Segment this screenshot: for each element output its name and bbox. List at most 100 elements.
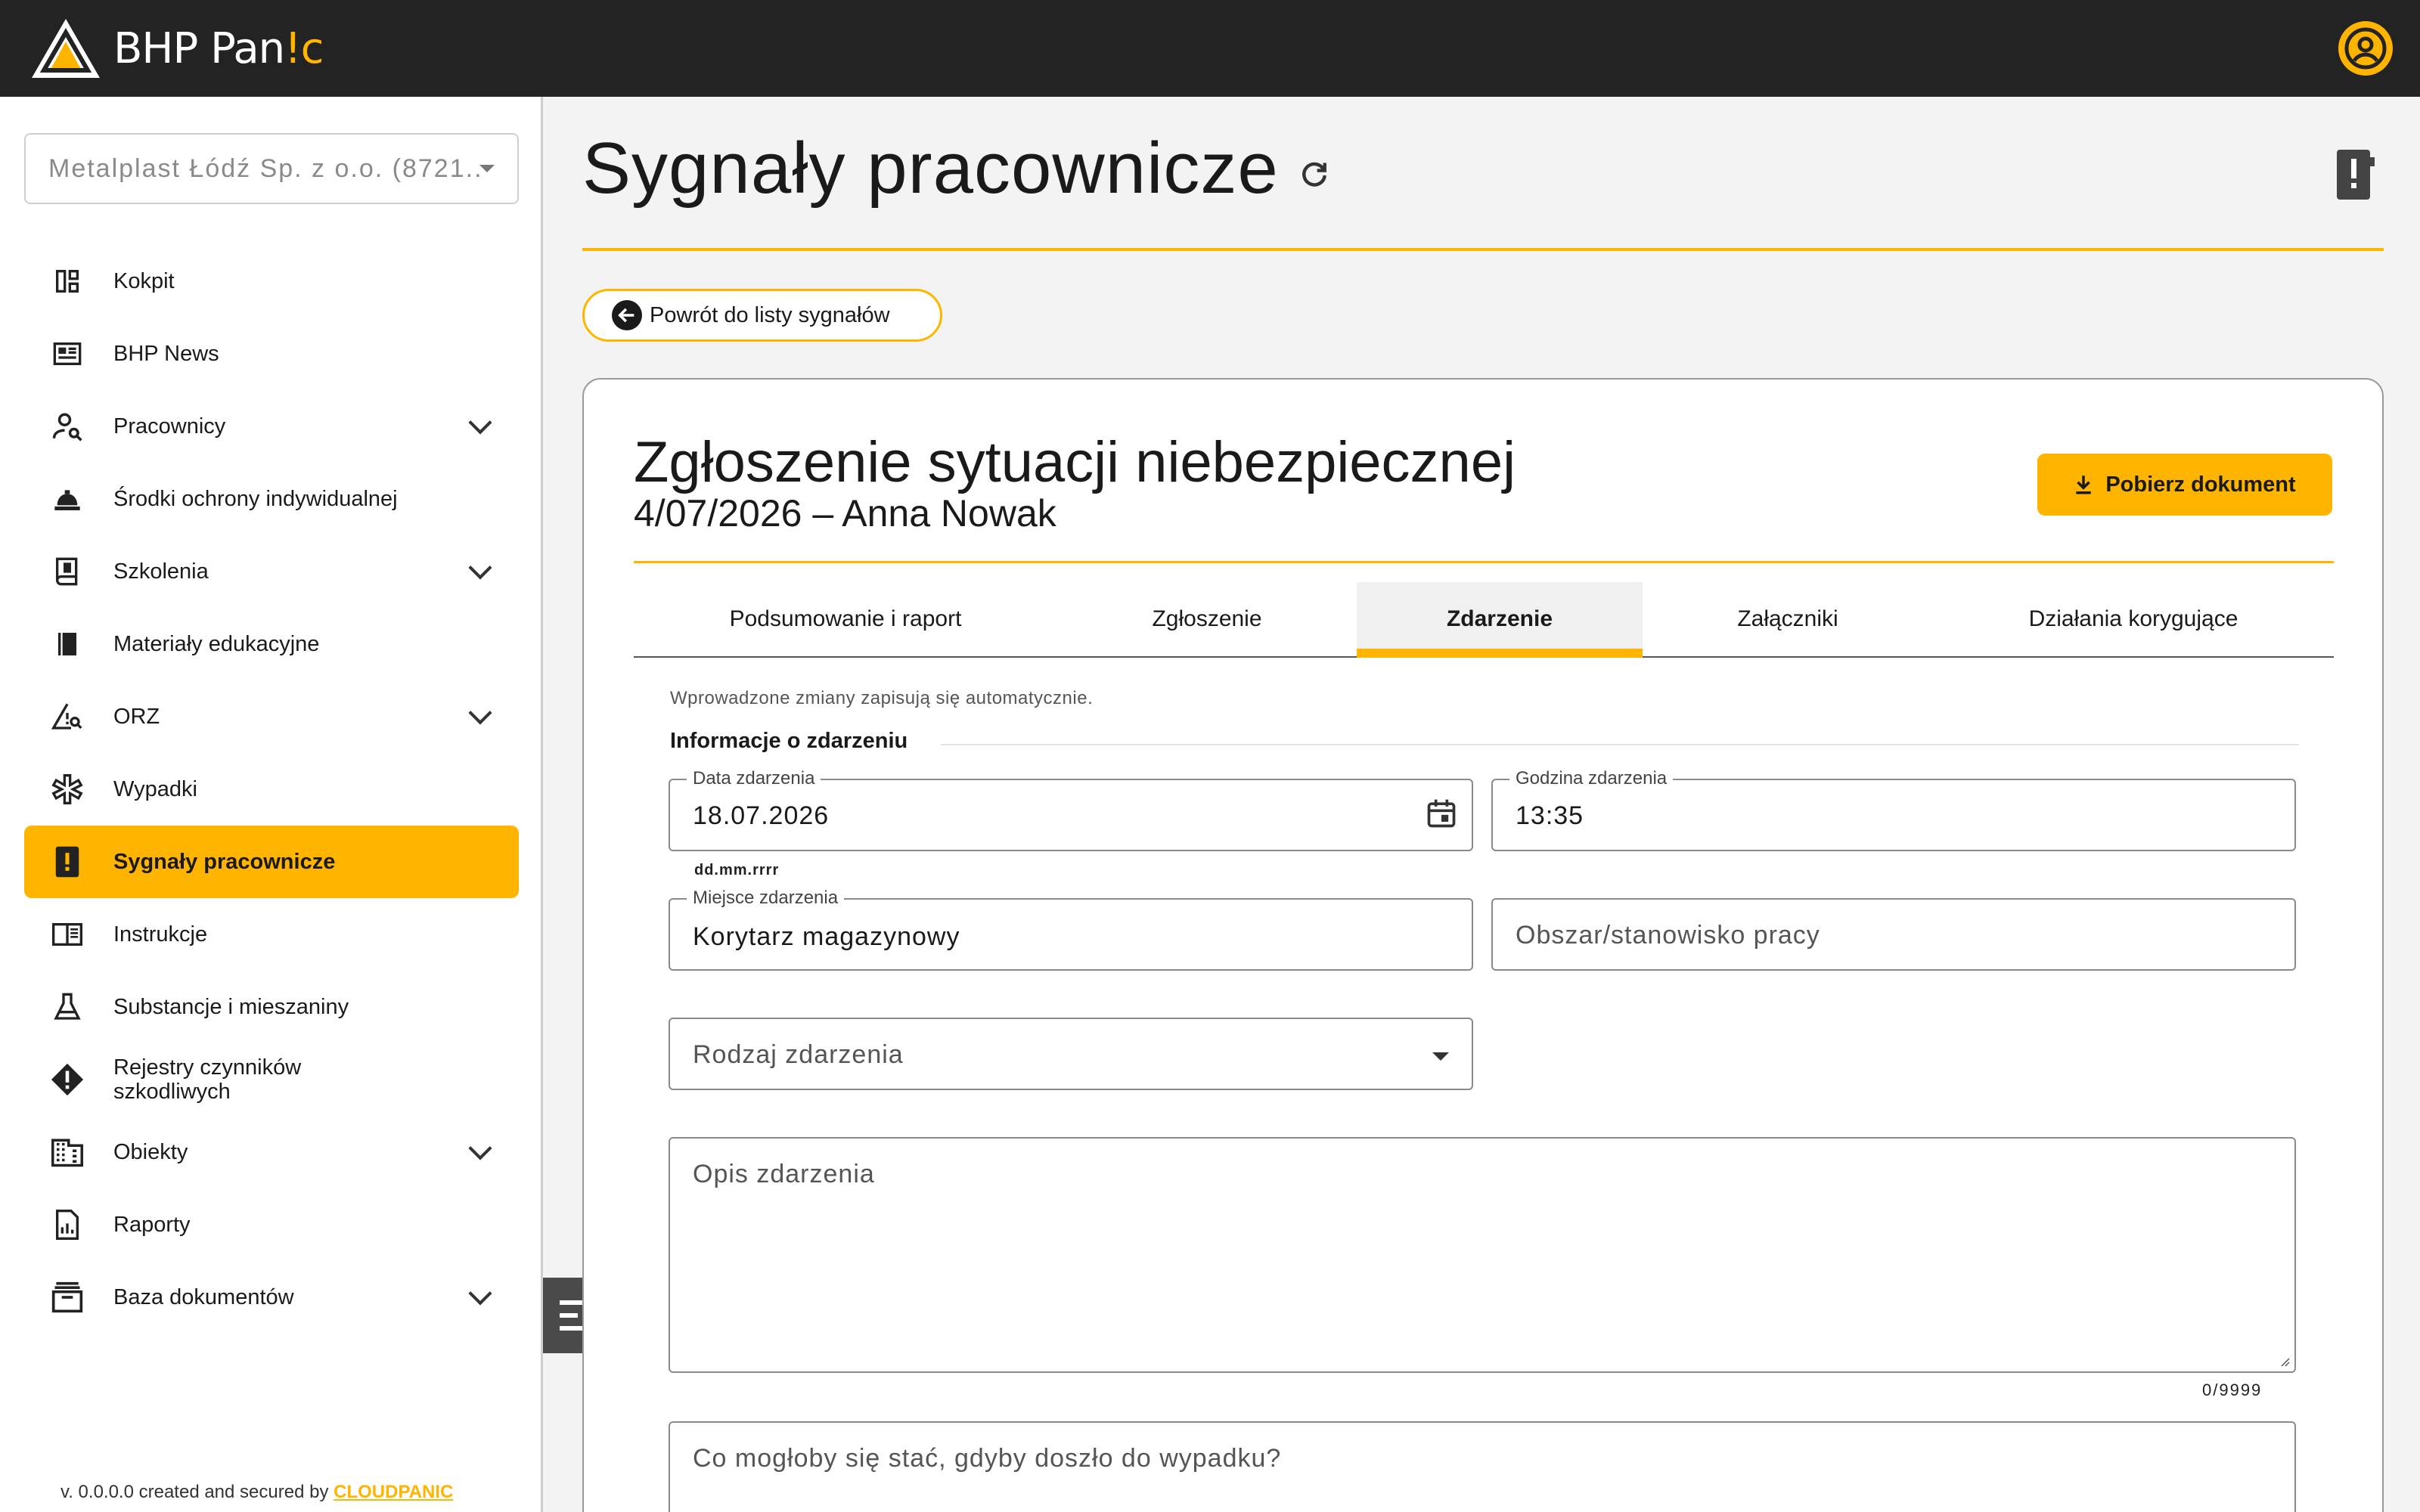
book-icon <box>48 625 86 663</box>
event-place-label: Miejsce zdarzenia <box>687 888 845 909</box>
title-divider <box>582 248 2384 251</box>
event-time-label: Godzina zdarzenia <box>1509 768 1674 789</box>
possible-consequence-textarea[interactable]: Co mogłoby się stać, gdyby doszło do wyp… <box>669 1421 2296 1512</box>
chevron-down-icon[interactable] <box>468 556 492 580</box>
sidebar-item-label: BHP News <box>113 342 219 366</box>
report-title: Zgłoszenie sytuacji niebezpiecznej <box>634 430 1516 494</box>
sidebar-item-label: Substancje i mieszaniny <box>113 995 349 1019</box>
sidebar-item-label: Pracownicy <box>113 414 226 438</box>
sidebar-item-sygnaly[interactable]: Sygnały pracownicze <box>24 826 519 898</box>
sidebar-item-label: Baza dokumentów <box>113 1285 294 1309</box>
possible-consequence-placeholder: Co mogłoby się stać, gdyby doszło do wyp… <box>693 1444 1282 1473</box>
sidebar-item-label: Środki ochrony indywidualnej <box>113 487 398 511</box>
section-divider <box>941 744 2299 745</box>
sidebar-item-label: ORZ <box>113 705 160 729</box>
event-place-field[interactable]: Miejsce zdarzenia Korytarz magazynowy <box>669 888 1473 971</box>
sidebar-item-obiekty[interactable]: Obiekty <box>24 1116 519 1188</box>
tab-podsumowanie[interactable]: Podsumowanie i raport <box>634 582 1057 656</box>
work-area-field[interactable]: Obszar/stanowisko pracy <box>1491 898 2296 971</box>
newspaper-icon <box>48 335 86 373</box>
version-footer: v. 0.0.0.0 created and secured by CLOUDP… <box>60 1482 453 1503</box>
sidebar: Metalplast Łódź Sp. z o.o. (8721... Kokp… <box>0 97 543 1512</box>
sidebar-item-label: Wypadki <box>113 777 197 801</box>
sidebar-item-materialy[interactable]: Materiały edukacyjne <box>24 608 519 680</box>
chevron-down-icon[interactable] <box>468 1281 492 1306</box>
sidebar-item-label: Instrukcje <box>113 922 208 947</box>
event-time-field[interactable]: Godzina zdarzenia 13:35 <box>1491 768 2296 851</box>
chevron-down-icon <box>1432 1052 1449 1061</box>
sidebar-item-label: Kokpit <box>113 269 175 293</box>
download-document-button[interactable]: Pobierz dokument <box>2037 454 2332 516</box>
warning-diamond-icon <box>48 1061 86 1098</box>
sidebar-item-bhp-news[interactable]: BHP News <box>24 318 519 390</box>
sidebar-item-raporty[interactable]: Raporty <box>24 1188 519 1261</box>
sidebar-item-orz[interactable]: ORZ <box>24 680 519 753</box>
medical-star-icon <box>48 770 86 808</box>
sidebar-item-pracownicy[interactable]: Pracownicy <box>24 390 519 463</box>
report-card: Zgłoszenie sytuacji niebezpiecznej 4/07/… <box>582 378 2384 1512</box>
tab-zdarzenie[interactable]: Zdarzenie <box>1357 582 1643 658</box>
event-date-label: Data zdarzenia <box>687 768 821 789</box>
event-description-placeholder: Opis zdarzenia <box>693 1160 875 1188</box>
logo-triangle-icon <box>32 19 100 78</box>
sidebar-item-baza-dokumentow[interactable]: Baza dokumentów <box>24 1261 519 1334</box>
company-select[interactable]: Metalplast Łódź Sp. z o.o. (8721... <box>24 133 519 204</box>
work-area-placeholder: Obszar/stanowisko pracy <box>1516 921 1820 950</box>
download-icon <box>2076 476 2092 494</box>
refresh-icon[interactable] <box>1298 159 1331 192</box>
tab-zgloszenie[interactable]: Zgłoszenie <box>1057 582 1357 656</box>
logo-text: BHP Pan!c <box>113 23 324 73</box>
training-book-icon <box>48 553 86 590</box>
person-search-icon <box>48 407 86 445</box>
flask-icon <box>48 988 86 1026</box>
version-text: v. 0.0.0.0 created and secured by <box>60 1482 329 1502</box>
building-icon <box>48 1133 86 1171</box>
cloudpanic-link[interactable]: CLOUDPANIC <box>334 1482 453 1502</box>
logo-accent: !c <box>284 23 324 73</box>
report-chart-icon <box>48 1206 86 1244</box>
report-subtitle: 4/07/2026 – Anna Nowak <box>634 492 1056 534</box>
report-signal-icon[interactable] <box>2335 148 2375 201</box>
chevron-down-icon[interactable] <box>468 701 492 725</box>
event-type-select[interactable]: Rodzaj zdarzenia <box>669 1018 1473 1090</box>
sidebar-item-szkolenia[interactable]: Szkolenia <box>24 535 519 608</box>
calendar-icon[interactable] <box>1425 797 1458 830</box>
sidebar-item-srodki-ochrony[interactable]: Środki ochrony indywidualnej <box>24 463 519 535</box>
chevron-down-icon[interactable] <box>468 411 492 435</box>
tab-zalaczniki[interactable]: Załączniki <box>1643 582 1933 656</box>
tab-bar: Podsumowanie i raport Zgłoszenie Zdarzen… <box>634 582 2334 658</box>
resize-handle-icon[interactable] <box>2278 1355 2290 1367</box>
event-place-value: Korytarz magazynowy <box>693 922 960 951</box>
archive-icon <box>48 1278 86 1316</box>
chevron-down-icon[interactable] <box>468 1136 492 1160</box>
app-logo[interactable]: BHP Pan!c <box>29 15 324 82</box>
sidebar-item-label: Obiekty <box>113 1140 188 1164</box>
download-document-label: Pobierz dokument <box>2105 472 2296 497</box>
arrow-back-icon <box>612 300 642 330</box>
event-date-field[interactable]: Data zdarzenia 18.07.2026 <box>669 768 1473 851</box>
description-char-counter: 0/9999 <box>2202 1380 2263 1399</box>
event-description-textarea[interactable]: Opis zdarzenia <box>669 1137 2296 1373</box>
report-signal-icon <box>48 843 86 881</box>
sidebar-item-substancje[interactable]: Substancje i mieszaniny <box>24 971 519 1043</box>
sidebar-item-label: Sygnały pracownicze <box>113 850 336 874</box>
sidebar-item-instrukcje[interactable]: Instrukcje <box>24 898 519 971</box>
sidebar-item-label: Materiały edukacyjne <box>113 632 320 656</box>
chevron-down-icon <box>479 165 495 172</box>
instruction-book-icon <box>48 916 86 953</box>
top-bar: BHP Pan!c <box>0 0 2420 97</box>
account-circle-icon[interactable] <box>2338 21 2393 76</box>
sidebar-item-wypadki[interactable]: Wypadki <box>24 753 519 826</box>
sidebar-nav: Kokpit BHP News Pracownicy Środki ochron… <box>24 245 519 1334</box>
event-date-value: 18.07.2026 <box>693 801 830 830</box>
page-title: Sygnały pracownicze <box>582 128 1279 209</box>
sidebar-item-kokpit[interactable]: Kokpit <box>24 245 519 318</box>
section-title: Informacje o zdarzeniu <box>670 729 908 753</box>
helmet-icon <box>48 480 86 518</box>
company-select-value: Metalplast Łódź Sp. z o.o. (8721... <box>48 153 479 183</box>
tab-dzialania-korygujace[interactable]: Działania korygujące <box>1933 582 2334 656</box>
sidebar-item-label: Rejestry czynników szkodliwych <box>113 1055 302 1104</box>
dashboard-icon <box>48 262 86 300</box>
sidebar-item-rejestry[interactable]: Rejestry czynników szkodliwych <box>24 1043 519 1116</box>
back-to-list-button[interactable]: Powrót do listy sygnałów <box>582 289 942 342</box>
